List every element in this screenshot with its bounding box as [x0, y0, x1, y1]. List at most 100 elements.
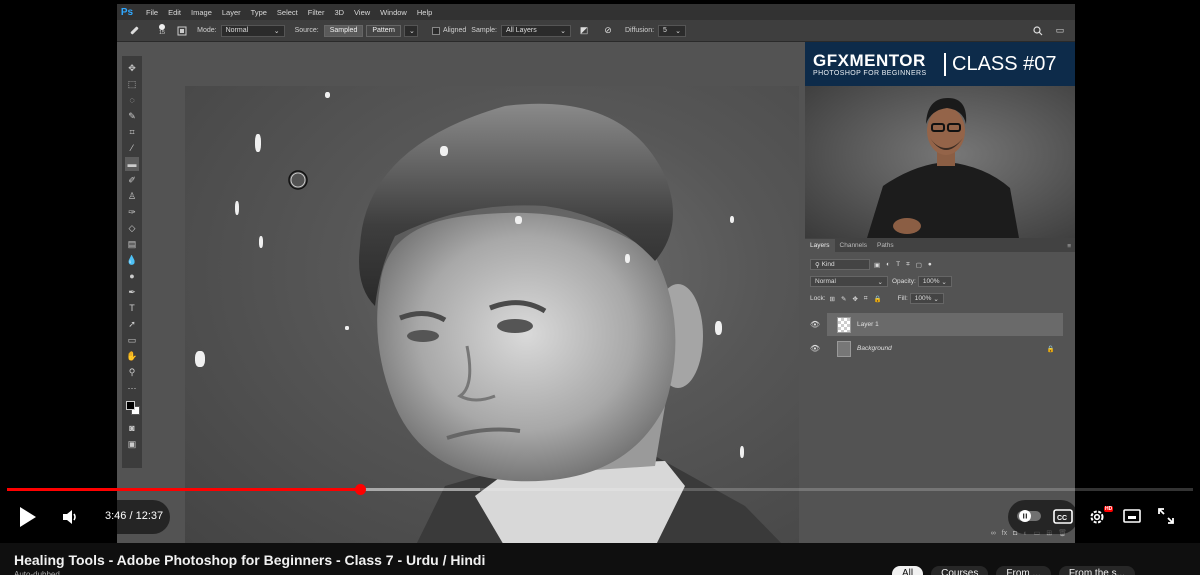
lock-pixels-icon[interactable]: ✎ — [841, 295, 846, 303]
related-chips: All Courses From ... From the s... — [892, 566, 1135, 575]
progress-bar[interactable] — [7, 488, 1193, 491]
source-control: Source: Sampled Pattern ⌄ — [295, 24, 418, 37]
filter-adjustment-icon[interactable]: ◐ — [886, 261, 890, 268]
rectangle-tool-icon[interactable]: ▭ — [125, 333, 139, 347]
menu-3d[interactable]: 3D — [329, 8, 349, 17]
volume-button[interactable] — [58, 505, 84, 529]
brush-size-picker[interactable]: 15 — [159, 24, 165, 37]
workspace-icon[interactable]: ▭ — [1053, 24, 1067, 38]
foreground-color-swatch[interactable] — [126, 401, 135, 410]
crop-tool-icon[interactable]: ⌗ — [125, 125, 139, 139]
menu-window[interactable]: Window — [375, 8, 412, 17]
aligned-checkbox[interactable] — [431, 26, 440, 35]
chip-from-channel[interactable]: From ... — [996, 566, 1051, 575]
brush-tool-icon[interactable]: ✐ — [125, 173, 139, 187]
pattern-picker[interactable]: ⌄ — [403, 24, 418, 37]
eraser-tool-icon[interactable]: ◇ — [125, 221, 139, 235]
search-icon[interactable] — [1031, 24, 1045, 38]
menu-view[interactable]: View — [349, 8, 375, 17]
menu-image[interactable]: Image — [186, 8, 217, 17]
healing-brush-tool-icon[interactable]: ▬ — [125, 157, 139, 171]
menu-filter[interactable]: Filter — [303, 8, 330, 17]
gradient-tool-icon[interactable]: ▤ — [125, 237, 139, 251]
opacity-input[interactable]: 100% ⌄ — [917, 276, 952, 287]
layers-panel: Layers Channels Paths ≡ ⚲ Kind ▣ ◐ T ⌗ ▢… — [805, 238, 1075, 543]
lasso-tool-icon[interactable]: ◌ — [125, 93, 139, 107]
eyedropper-tool-icon[interactable]: ⁄ — [125, 141, 139, 155]
lock-transparent-icon[interactable]: ⊞ — [830, 295, 835, 303]
diffusion-input[interactable]: 5 ⌄ — [658, 24, 687, 37]
dust-speck — [625, 254, 630, 263]
menu-type[interactable]: Type — [246, 8, 272, 17]
chevron-down-icon: ⌄ — [877, 278, 883, 286]
kind-filter-select[interactable]: ⚲ Kind — [810, 259, 870, 270]
history-brush-tool-icon[interactable]: ✑ — [125, 205, 139, 219]
document-canvas[interactable] — [185, 86, 799, 543]
filter-shape-icon[interactable]: ⌗ — [906, 261, 910, 269]
ignore-adjustment-icon[interactable]: ◩ — [577, 24, 591, 38]
menu-select[interactable]: Select — [272, 8, 303, 17]
tab-paths[interactable]: Paths — [872, 239, 899, 252]
blur-tool-icon[interactable]: 💧 — [125, 253, 139, 267]
chip-all[interactable]: All — [892, 566, 924, 575]
layer-row-background[interactable]: Background 🔒 — [827, 337, 1063, 360]
lock-position-icon[interactable]: ✥ — [852, 295, 857, 303]
mode-select[interactable]: Normal ⌄ — [220, 24, 285, 37]
pen-tool-icon[interactable]: ✒ — [125, 285, 139, 299]
fullscreen-button[interactable] — [1155, 506, 1177, 526]
dodge-tool-icon[interactable]: ● — [125, 269, 139, 283]
play-button[interactable] — [14, 503, 42, 531]
visibility-eye-icon[interactable]: 👁 — [809, 337, 821, 360]
screen-mode-icon[interactable]: ▣ — [125, 437, 139, 451]
brush-settings-icon[interactable] — [175, 24, 189, 38]
blend-mode-select[interactable]: Normal ⌄ — [810, 276, 888, 287]
pressure-icon[interactable]: ⊘ — [601, 24, 615, 38]
healing-brush-icon[interactable] — [127, 24, 141, 38]
marquee-tool-icon[interactable]: ⬚ — [125, 77, 139, 91]
chip-courses[interactable]: Courses — [931, 566, 989, 575]
chevron-down-icon: ⌄ — [675, 27, 682, 35]
move-tool-icon[interactable]: ✥ — [125, 61, 139, 75]
aligned-control[interactable]: Aligned — [431, 26, 466, 35]
more-tools-icon[interactable]: ⋯ — [125, 381, 139, 395]
tab-layers[interactable]: Layers — [805, 239, 835, 252]
autoplay-toggle[interactable] — [1017, 509, 1041, 523]
chevron-down-icon: ⌄ — [941, 278, 947, 286]
menu-layer[interactable]: Layer — [217, 8, 246, 17]
hand-tool-icon[interactable]: ✋ — [125, 349, 139, 363]
video-player[interactable]: Ps File Edit Image Layer Type Select Fil… — [0, 0, 1200, 543]
chip-from-series[interactable]: From the s... — [1058, 566, 1135, 575]
filter-type-icon[interactable]: T — [896, 261, 900, 268]
layer-style-icon[interactable]: fx — [1002, 530, 1007, 537]
panel-menu-icon[interactable]: ≡ — [1067, 243, 1071, 250]
type-tool-icon[interactable]: T — [125, 301, 139, 315]
source-sampled-button[interactable]: Sampled — [323, 24, 364, 37]
path-select-tool-icon[interactable]: ➚ — [125, 317, 139, 331]
captions-button[interactable]: CC — [1052, 507, 1074, 525]
sample-select[interactable]: All Layers ⌄ — [500, 24, 571, 37]
color-swatches[interactable] — [125, 397, 140, 419]
source-pattern-button[interactable]: Pattern — [366, 24, 401, 37]
menu-file[interactable]: File — [141, 8, 163, 17]
youtube-watch-page: Ps File Edit Image Layer Type Select Fil… — [0, 0, 1200, 575]
filter-toggle-icon[interactable]: ● — [928, 261, 932, 268]
filter-smart-object-icon[interactable]: ▢ — [916, 261, 922, 269]
lock-all-icon[interactable]: 🔒 — [874, 295, 882, 303]
fullscreen-icon — [1158, 508, 1174, 524]
quick-mask-icon[interactable]: ◙ — [125, 421, 139, 435]
zoom-tool-icon[interactable]: ⚲ — [125, 365, 139, 379]
menu-help[interactable]: Help — [412, 8, 437, 17]
filter-pixel-icon[interactable]: ▣ — [874, 261, 880, 269]
clone-stamp-tool-icon[interactable]: ♙ — [125, 189, 139, 203]
lock-artboard-icon[interactable]: ⌗ — [864, 295, 868, 303]
fill-input[interactable]: 100% ⌄ — [909, 293, 944, 304]
link-layers-icon[interactable]: ∞ — [991, 530, 996, 537]
miniplayer-button[interactable] — [1121, 507, 1143, 525]
menu-edit[interactable]: Edit — [163, 8, 186, 17]
portrait-photo — [288, 103, 782, 543]
dust-speck — [255, 134, 261, 152]
tab-channels[interactable]: Channels — [835, 239, 872, 252]
visibility-eye-icon[interactable]: 👁 — [809, 313, 821, 336]
layer-row-layer-1[interactable]: Layer 1 — [827, 313, 1063, 336]
quick-select-tool-icon[interactable]: ✎ — [125, 109, 139, 123]
